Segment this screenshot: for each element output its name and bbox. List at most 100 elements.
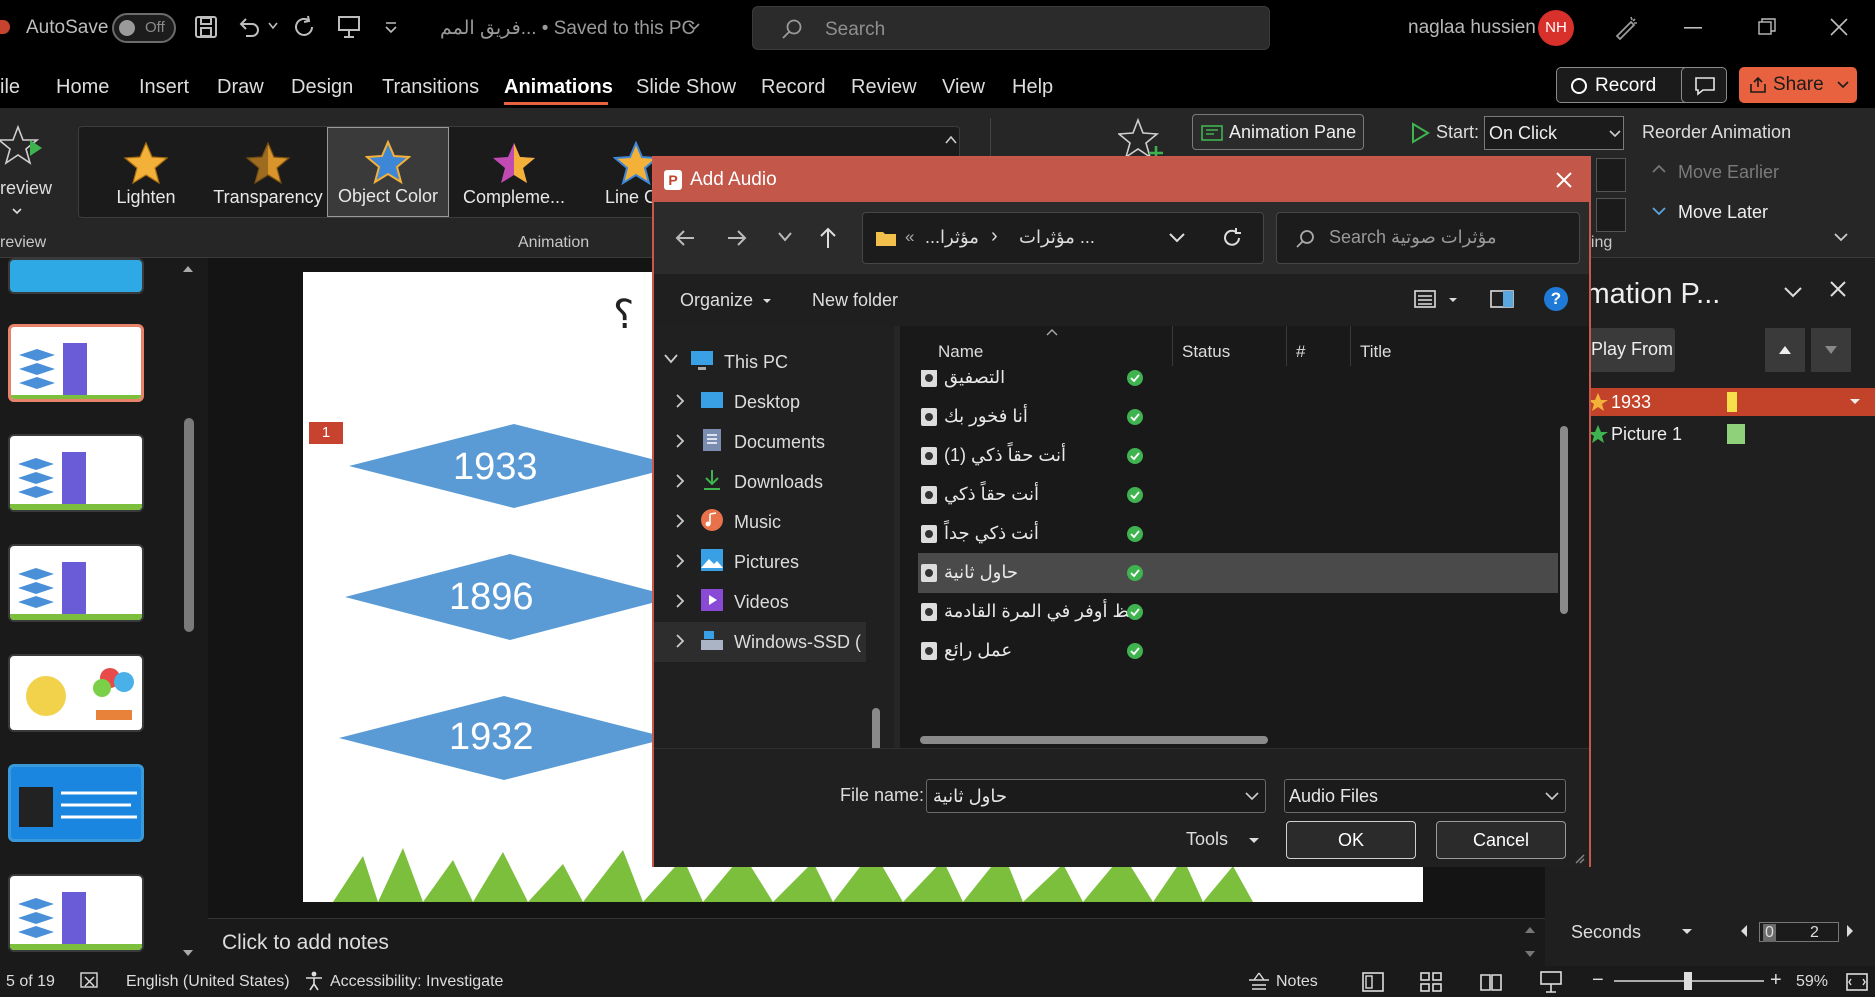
- zoom-out-button[interactable]: −: [1592, 969, 1604, 992]
- file-row[interactable]: التصفيق: [918, 370, 1558, 398]
- address-history-chevron-icon[interactable]: [1169, 233, 1185, 243]
- undo-dropdown-icon[interactable]: [268, 22, 278, 30]
- column-header-title[interactable]: Title: [1360, 342, 1392, 362]
- file-row[interactable]: عمل رائع: [918, 631, 1558, 671]
- minimize-icon[interactable]: [1684, 27, 1702, 29]
- close-window-icon[interactable]: [1830, 18, 1848, 36]
- timeline-left-icon[interactable]: [1739, 924, 1749, 938]
- tab-slide-show[interactable]: Slide Show: [636, 76, 736, 99]
- help-icon[interactable]: ?: [1544, 287, 1568, 311]
- tab-insert[interactable]: Insert: [139, 76, 189, 99]
- tools-button[interactable]: Tools: [1186, 829, 1228, 850]
- close-pane-icon[interactable]: [1829, 280, 1847, 298]
- ok-button[interactable]: OK: [1286, 821, 1416, 859]
- tree-item-music[interactable]: Music: [654, 502, 894, 542]
- tab-home[interactable]: Home: [56, 76, 109, 99]
- tab-transitions[interactable]: Transitions: [382, 76, 479, 99]
- column-header-status[interactable]: Status: [1182, 342, 1230, 362]
- pane-options-chevron-icon[interactable]: [1783, 286, 1803, 298]
- animation-transparency[interactable]: Transparency: [209, 137, 327, 213]
- user-avatar[interactable]: NH: [1538, 10, 1574, 46]
- fit-to-window-icon[interactable]: [1846, 971, 1868, 993]
- save-icon[interactable]: [194, 15, 218, 39]
- move-earlier-button[interactable]: Move Earlier: [1678, 162, 1779, 183]
- slide-thumbnail-7[interactable]: [8, 544, 144, 622]
- tab-design[interactable]: Design: [291, 76, 353, 99]
- slide-thumbnail-3[interactable]: [8, 258, 144, 294]
- delay-spinner[interactable]: [1596, 198, 1626, 232]
- notes-scroll-up-icon[interactable]: [1524, 925, 1536, 935]
- present-icon[interactable]: [336, 14, 362, 40]
- zoom-slider-thumb[interactable]: [1684, 972, 1692, 990]
- new-folder-button[interactable]: New folder: [812, 290, 898, 311]
- file-type-select[interactable]: Audio Files: [1284, 779, 1566, 813]
- animation-complementary[interactable]: Compleme...: [455, 137, 573, 213]
- cancel-button[interactable]: Cancel: [1436, 821, 1566, 859]
- search-box[interactable]: Search: [752, 6, 1270, 50]
- file-row-selected[interactable]: حاول ثانية: [918, 553, 1558, 593]
- breadcrumb-item[interactable]: ...مؤثرا: [925, 227, 979, 248]
- file-row[interactable]: أنا فخور بك: [918, 397, 1558, 437]
- notes-scroll-down-icon[interactable]: [1524, 949, 1536, 959]
- record-button[interactable]: Record: [1556, 67, 1694, 103]
- file-name[interactable]: فريق المم... • Saved to this PC: [440, 17, 695, 40]
- up-folder-arrow-icon[interactable]: [818, 226, 838, 250]
- animation-order-badge[interactable]: 1: [309, 422, 343, 444]
- redo-icon[interactable]: [292, 14, 318, 40]
- close-dialog-icon[interactable]: [1554, 170, 1574, 190]
- thumbnails-scroll-up-icon[interactable]: [182, 264, 194, 274]
- column-header-name[interactable]: Name: [938, 342, 983, 362]
- address-bar[interactable]: « ...مؤثرا › مؤثرات ...: [862, 212, 1264, 264]
- move-down-button[interactable]: [1811, 328, 1851, 372]
- timeline-right-icon[interactable]: [1845, 924, 1855, 938]
- animation-object-color[interactable]: Object Color: [327, 127, 449, 217]
- zoom-in-button[interactable]: +: [1770, 969, 1782, 992]
- undo-icon[interactable]: [236, 15, 262, 39]
- tree-item-pictures[interactable]: Pictures: [654, 542, 894, 582]
- tab-view[interactable]: View: [942, 76, 985, 99]
- seconds-dropdown[interactable]: Seconds: [1571, 922, 1641, 943]
- tab-help[interactable]: Help: [1012, 76, 1053, 99]
- restore-icon[interactable]: [1758, 18, 1776, 36]
- file-list-vertical-scrollbar[interactable]: [1560, 426, 1568, 614]
- slide-thumbnail-8[interactable]: [8, 654, 144, 732]
- play-from-button[interactable]: Play From: [1585, 328, 1675, 372]
- file-list-horizontal-scrollbar[interactable]: [920, 736, 1268, 744]
- forward-arrow-icon[interactable]: [726, 228, 748, 248]
- collapse-ribbon-icon[interactable]: [1834, 232, 1848, 242]
- column-header-number[interactable]: #: [1296, 342, 1305, 362]
- tree-item-this-pc[interactable]: This PC: [654, 342, 894, 382]
- folder-search-box[interactable]: Search مؤثرات صوتية: [1276, 212, 1580, 264]
- customize-quick-access-icon[interactable]: [384, 20, 398, 34]
- start-dropdown[interactable]: On Click: [1484, 116, 1624, 150]
- organize-button[interactable]: Organize: [680, 290, 753, 311]
- animation-lighten[interactable]: Lighten: [87, 137, 205, 213]
- animation-item-picture-1[interactable]: Picture 1: [1587, 420, 1875, 448]
- tree-item-desktop[interactable]: Desktop: [654, 382, 894, 422]
- language-indicator[interactable]: English (United States): [126, 973, 290, 991]
- file-name-input[interactable]: حاول ثانية: [926, 779, 1266, 813]
- move-later-button[interactable]: Move Later: [1678, 202, 1768, 223]
- slide-thumbnail-9[interactable]: [8, 764, 144, 842]
- animation-pane-button[interactable]: Animation Pane: [1192, 114, 1364, 150]
- thumbnails-scrollbar[interactable]: [184, 418, 194, 632]
- tree-item-videos[interactable]: Videos: [654, 582, 894, 622]
- recent-locations-chevron-icon[interactable]: [778, 232, 792, 242]
- file-row[interactable]: أنت ذكي جداً: [918, 514, 1558, 554]
- duration-spinner[interactable]: [1596, 158, 1626, 192]
- slide-sorter-view-icon[interactable]: [1420, 972, 1442, 992]
- tab-draw[interactable]: Draw: [217, 76, 264, 99]
- preview-button[interactable]: review: [0, 112, 60, 222]
- tree-item-documents[interactable]: Documents: [654, 422, 894, 462]
- view-options-icon[interactable]: [1414, 288, 1440, 310]
- file-row[interactable]: أنت حقاً ذكي (1): [918, 436, 1558, 476]
- spelling-check-icon[interactable]: [80, 972, 100, 990]
- autosave-toggle[interactable]: Off: [112, 13, 176, 43]
- zoom-slider[interactable]: [1614, 972, 1764, 990]
- animation-item-1933[interactable]: 1933: [1587, 388, 1875, 416]
- slide-thumbnail-10[interactable]: [8, 874, 144, 952]
- designer-pen-icon[interactable]: [1612, 14, 1640, 42]
- tab-review[interactable]: Review: [851, 76, 917, 99]
- breadcrumb-item[interactable]: مؤثرات ...: [1019, 227, 1095, 248]
- preview-pane-icon[interactable]: [1490, 288, 1514, 310]
